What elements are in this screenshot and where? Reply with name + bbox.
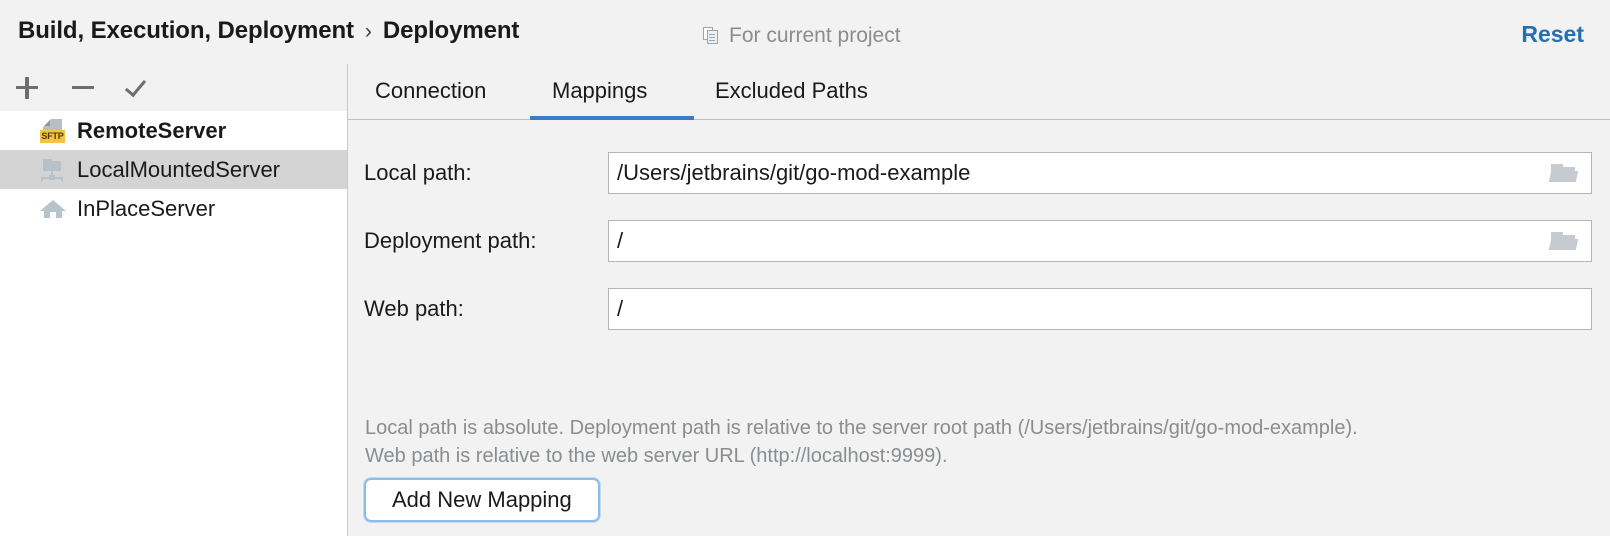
tab-mappings[interactable]: Mappings [552, 78, 647, 107]
check-icon [124, 74, 147, 97]
server-list-item-label: LocalMountedServer [77, 156, 281, 182]
settings-header: Build, Execution, Deployment › Deploymen… [0, 0, 1610, 64]
add-server-button[interactable] [12, 73, 42, 103]
web-path-label: Web path: [364, 296, 464, 321]
server-list-toolbar [0, 64, 347, 111]
mappings-hint: Local path is absolute. Deployment path … [365, 414, 1596, 470]
deployment-content: Connection Mappings Excluded Paths Local… [348, 64, 1610, 536]
deployment-path-value: / [617, 228, 624, 253]
web-path-row: Web path: / [364, 288, 1592, 330]
mappings-hint-line-1: Local path is absolute. Deployment path … [365, 417, 1358, 439]
remove-server-button[interactable] [68, 73, 98, 103]
server-list-panel: SFTP RemoteServer LocalMountedServer InP… [0, 64, 347, 536]
breadcrumb: Build, Execution, Deployment › Deploymen… [18, 17, 519, 45]
server-list-item-localmountedserver[interactable]: LocalMountedServer [0, 150, 347, 189]
reset-link[interactable]: Reset [1521, 21, 1584, 48]
local-path-label: Local path: [364, 160, 472, 185]
server-list-item-remoteserver[interactable]: SFTP RemoteServer [0, 111, 347, 150]
web-path-input[interactable]: / [608, 288, 1592, 330]
project-scope: For current project [703, 24, 901, 48]
deployment-path-label: Deployment path: [364, 228, 537, 253]
sftp-server-icon: SFTP [40, 118, 66, 144]
house-icon [40, 196, 66, 222]
local-path-row: Local path: /Users/jetbrains/git/go-mod-… [364, 152, 1592, 194]
mappings-form: Local path: /Users/jetbrains/git/go-mod-… [348, 120, 1610, 536]
deployment-settings-panel: Build, Execution, Deployment › Deploymen… [0, 0, 1610, 536]
server-list-item-inplaceserver[interactable]: InPlaceServer [0, 189, 347, 228]
server-list-item-label: InPlaceServer [77, 195, 216, 221]
server-list: SFTP RemoteServer LocalMountedServer InP… [0, 111, 347, 536]
local-path-value: /Users/jetbrains/git/go-mod-example [617, 160, 971, 185]
web-path-value: / [617, 296, 624, 321]
add-new-mapping-button[interactable]: Add New Mapping [364, 478, 600, 522]
set-default-server-button[interactable] [124, 73, 154, 103]
local-path-input[interactable]: /Users/jetbrains/git/go-mod-example [608, 152, 1592, 194]
deployment-path-folder-icon[interactable] [1548, 230, 1579, 252]
tab-connection[interactable]: Connection [375, 78, 486, 107]
breadcrumb-root[interactable]: Build, Execution, Deployment [18, 17, 354, 45]
mappings-hint-line-2: Web path is relative to the web server U… [365, 445, 948, 467]
breadcrumb-leaf: Deployment [382, 17, 520, 44]
copy-icon [703, 27, 720, 45]
tab-bar: Connection Mappings Excluded Paths [348, 64, 1610, 120]
mounted-folder-icon [40, 157, 66, 183]
project-scope-label: For current project [729, 24, 901, 47]
local-path-folder-icon[interactable] [1548, 162, 1579, 184]
breadcrumb-separator-icon: › [364, 20, 372, 43]
server-list-item-label: RemoteServer [77, 117, 227, 143]
deployment-path-input[interactable]: / [608, 220, 1592, 262]
tab-excluded-paths[interactable]: Excluded Paths [715, 78, 868, 107]
minus-icon [72, 86, 94, 90]
deployment-path-row: Deployment path: / [364, 220, 1592, 262]
